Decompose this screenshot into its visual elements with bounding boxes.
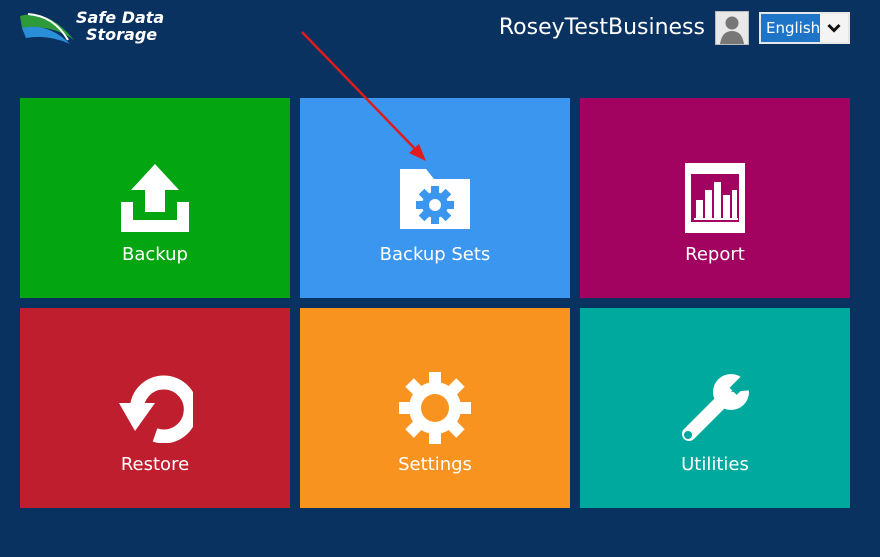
folder-gear-icon (300, 160, 570, 236)
language-select[interactable]: English (759, 12, 850, 44)
header-bar: Safe Data Storage RoseyTestBusiness Engl… (0, 0, 880, 60)
tile-backup[interactable]: Backup (20, 98, 290, 298)
tile-label: Backup Sets (379, 244, 491, 265)
language-selected-value: English (766, 19, 821, 37)
gear-icon (300, 370, 570, 446)
tile-label: Restore (120, 454, 190, 475)
tile-settings[interactable]: Settings (300, 308, 570, 508)
logo-line-1: Safe Data (76, 8, 165, 27)
tile-label: Utilities (681, 454, 749, 475)
tile-backup-sets[interactable]: Backup Sets (300, 98, 570, 298)
tile-label: Settings (398, 454, 472, 475)
tile-report[interactable]: Report (580, 98, 850, 298)
report-chart-icon (580, 160, 850, 236)
language-dropdown-toggle[interactable] (820, 14, 848, 42)
tile-label: Report (685, 244, 745, 265)
tile-utilities[interactable]: Utilities (580, 308, 850, 508)
logo-swoosh-icon (20, 13, 74, 44)
account-name: RoseyTestBusiness (498, 15, 705, 40)
upload-icon (20, 160, 290, 236)
chevron-down-icon (827, 23, 841, 33)
wrench-icon (580, 370, 850, 446)
user-silhouette-icon (720, 16, 744, 44)
tile-restore[interactable]: Restore (20, 308, 290, 508)
user-avatar[interactable] (715, 11, 749, 45)
logo-text: Safe Data Storage (76, 9, 164, 43)
logo-line-2: Storage (86, 25, 158, 44)
app-logo: Safe Data Storage (18, 8, 198, 48)
restore-icon (20, 370, 290, 446)
tile-label: Backup (122, 244, 188, 265)
